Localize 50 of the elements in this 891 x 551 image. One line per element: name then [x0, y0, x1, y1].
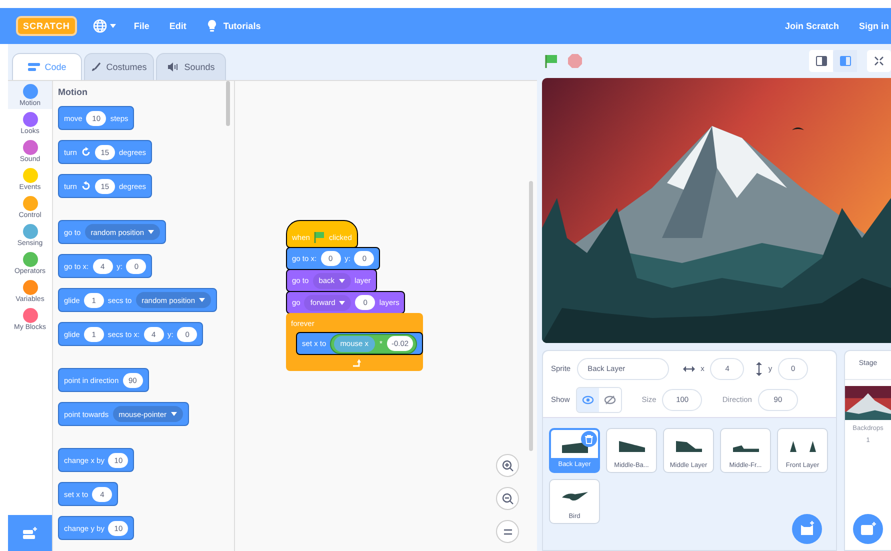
caret-icon [148, 230, 154, 234]
scrollbar[interactable] [226, 81, 230, 126]
editor-tab[interactable]: Costumes [84, 53, 154, 80]
sprite-thumbnail [562, 442, 588, 453]
eye-slash-icon [604, 394, 616, 404]
palette-heading: Motion [58, 87, 88, 97]
speaker-icon [167, 62, 180, 72]
globe-icon [92, 19, 107, 33]
small-stage-button[interactable] [809, 50, 833, 72]
fullscreen-icon [874, 56, 884, 66]
editor-tab[interactable]: Sounds [156, 53, 226, 80]
image-icon [860, 522, 876, 536]
scrollbar[interactable] [529, 181, 533, 451]
zoom-in-button[interactable] [496, 454, 519, 477]
extension-icon [22, 526, 38, 540]
brush-icon [91, 62, 102, 72]
zoom-reset-button[interactable] [496, 520, 519, 543]
zoom-out-icon [502, 492, 514, 504]
caret-icon [339, 300, 346, 304]
sprite-thumbnail [790, 441, 816, 452]
zoom-out-button[interactable] [496, 487, 519, 510]
sprite-thumbnail [618, 441, 644, 452]
trash-icon [585, 434, 593, 444]
layout-icon [816, 56, 826, 66]
caret-icon [110, 24, 116, 28]
code-icon [28, 63, 40, 71]
horizontal-arrow-icon [682, 366, 695, 372]
zoom-in-icon [502, 460, 514, 472]
add-extension-button[interactable] [8, 515, 52, 551]
delete-button[interactable] [581, 431, 597, 447]
rotate-right-icon [80, 147, 91, 157]
caret-icon [170, 412, 177, 416]
fullscreen-button[interactable] [867, 50, 891, 72]
choose-backdrop-button[interactable] [853, 514, 883, 544]
lightbulb-icon [206, 19, 218, 33]
caret-icon [338, 278, 345, 282]
loop-arrow-icon [352, 359, 362, 367]
layout-icon [840, 56, 850, 66]
show-button[interactable] [576, 388, 599, 412]
rotate-left-icon [80, 181, 91, 191]
sprite-thumbnail [676, 441, 702, 452]
eye-icon [582, 394, 594, 404]
choose-sprite-button[interactable] [792, 514, 822, 544]
flag-icon[interactable] [544, 54, 558, 68]
sprite-thumbnail [562, 492, 588, 503]
vertical-arrow-icon [756, 362, 762, 376]
flag-icon [314, 231, 325, 243]
caret-icon [199, 298, 205, 302]
equals-icon [502, 528, 512, 534]
stop-icon[interactable] [568, 54, 582, 68]
